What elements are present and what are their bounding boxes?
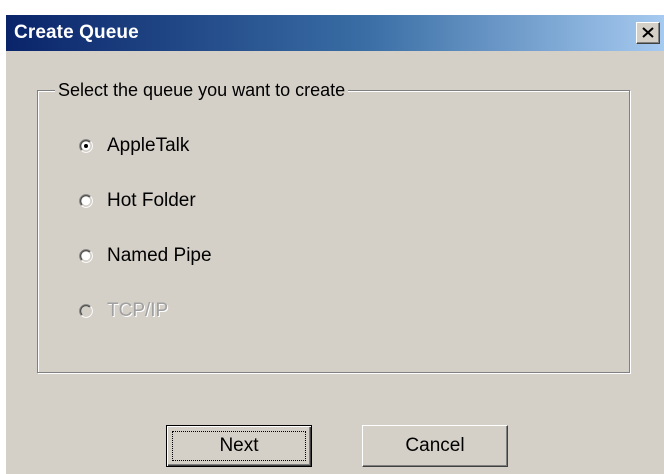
radio-label-named-pipe: Named Pipe (107, 245, 212, 266)
group-legend: Select the queue you want to create (55, 79, 349, 101)
dialog-title: Create Queue (14, 22, 139, 43)
radio-label-tcp-ip: TCP/IP (107, 300, 169, 321)
radio-option-appletalk[interactable]: AppleTalk (78, 133, 189, 159)
cancel-button[interactable]: Cancel (362, 425, 508, 467)
radio-label-appletalk: AppleTalk (107, 135, 190, 156)
close-button[interactable] (636, 22, 660, 44)
next-button[interactable]: Next (166, 425, 312, 467)
radio-disabled-icon (78, 303, 94, 319)
radio-unselected-icon[interactable] (78, 193, 94, 209)
radio-label-hot-folder: Hot Folder (107, 190, 196, 211)
close-icon (642, 27, 654, 38)
cancel-button-label: Cancel (405, 435, 465, 456)
next-button-label: Next (219, 435, 259, 456)
radio-option-hot-folder[interactable]: Hot Folder (78, 188, 196, 214)
radio-option-tcp-ip: TCP/IP (78, 298, 168, 324)
radio-unselected-icon[interactable] (78, 248, 94, 264)
create-queue-dialog: Create Queue Select the queue you want t… (5, 14, 664, 474)
radio-selected-icon[interactable] (78, 138, 94, 154)
title-bar[interactable]: Create Queue (6, 15, 664, 51)
queue-type-group: Select the queue you want to create Appl… (37, 79, 630, 373)
radio-option-named-pipe[interactable]: Named Pipe (78, 243, 212, 269)
